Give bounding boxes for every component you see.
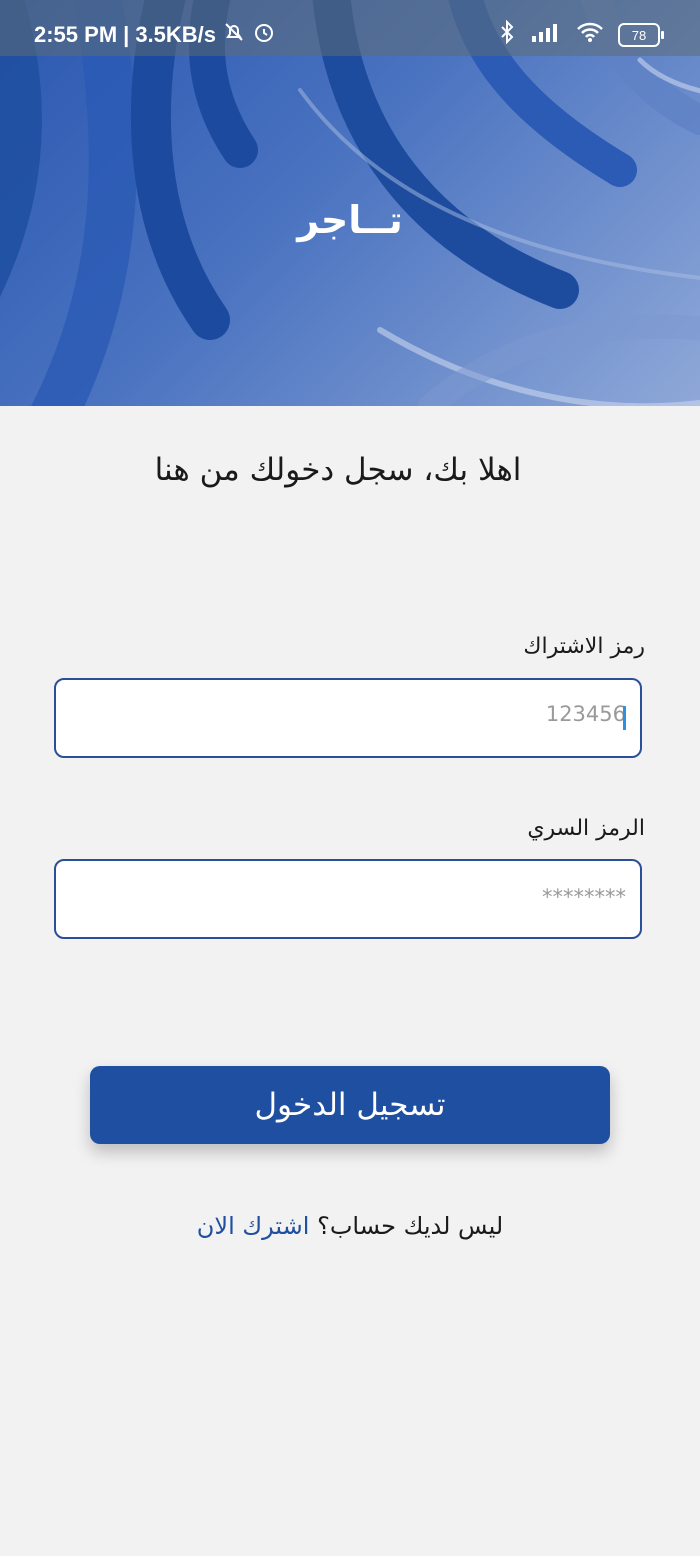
mute-bell-icon bbox=[222, 20, 246, 50]
status-bar: 2:55 PM | 3.5KB/s 78 bbox=[0, 0, 700, 70]
password-input[interactable]: ******** bbox=[54, 859, 642, 939]
brand-logo: تــاجر bbox=[297, 198, 403, 242]
login-button[interactable]: تسجيل الدخول bbox=[90, 1066, 610, 1144]
signup-link[interactable]: اشترك الان bbox=[197, 1212, 310, 1240]
subscription-code-placeholder: 123456 bbox=[545, 702, 626, 726]
battery-icon: 78 bbox=[618, 23, 664, 47]
battery-level: 78 bbox=[631, 27, 647, 43]
status-separator: | bbox=[123, 22, 130, 47]
bluetooth-icon bbox=[498, 19, 518, 50]
subscription-code-input[interactable]: 123456 bbox=[54, 678, 642, 758]
signal-icon bbox=[532, 22, 562, 48]
signup-prompt-text: ليس لديك حساب؟ bbox=[317, 1212, 504, 1240]
status-left: 2:55 PM | 3.5KB/s bbox=[34, 20, 276, 50]
wifi-icon bbox=[576, 21, 604, 49]
status-net-speed: 3.5KB/s bbox=[135, 22, 217, 47]
password-placeholder: ******** bbox=[542, 885, 626, 909]
text-caret bbox=[623, 706, 626, 730]
signup-prompt: ليس لديك حساب؟ اشترك الان bbox=[0, 1212, 700, 1240]
welcome-heading: اهلا بك، سجل دخولك من هنا bbox=[154, 452, 522, 488]
subscription-code-label: رمز الاشتراك bbox=[523, 634, 645, 659]
status-right: 78 bbox=[498, 19, 664, 50]
password-label: الرمز السري bbox=[527, 816, 645, 841]
alarm-icon bbox=[252, 20, 276, 50]
status-time: 2:55 PM bbox=[34, 22, 118, 47]
